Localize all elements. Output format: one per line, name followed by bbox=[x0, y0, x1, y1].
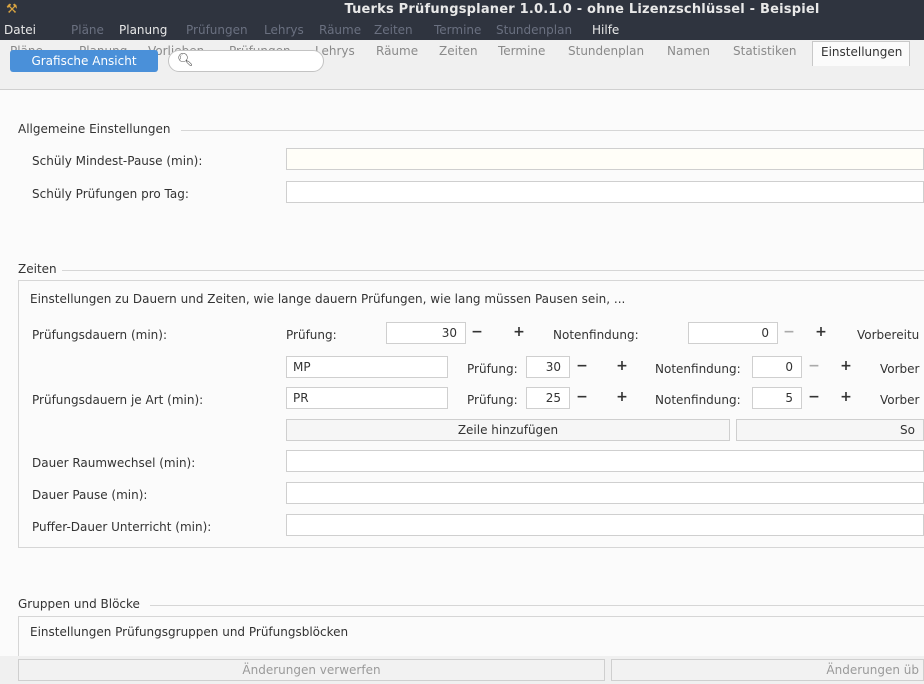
min-pause-field[interactable] bbox=[286, 148, 924, 170]
exam-field-mp[interactable]: 30 bbox=[526, 356, 570, 378]
footer-bar: Änderungen verwerfen Änderungen üb bbox=[0, 656, 924, 684]
plus-icon[interactable]: + bbox=[612, 356, 632, 378]
tab-statistiken[interactable]: Statistiken bbox=[733, 44, 797, 66]
exam-duration-field[interactable]: 30 bbox=[386, 322, 466, 344]
general-group bbox=[18, 130, 924, 219]
groups-description: Einstellungen Prüfungsgruppen und Prüfun… bbox=[30, 625, 349, 639]
groups-divider bbox=[150, 605, 924, 606]
prep-label-pr: Vorber bbox=[880, 393, 920, 407]
plus-icon[interactable]: + bbox=[612, 387, 632, 409]
durations-label: Prüfungsdauern (min): bbox=[32, 328, 168, 342]
discard-changes-button[interactable]: Änderungen verwerfen bbox=[18, 659, 605, 681]
prep-label-mp: Vorber bbox=[880, 362, 920, 376]
times-description: Einstellungen zu Dauern und Zeiten, wie … bbox=[30, 292, 626, 306]
menu-datei[interactable]: Datei bbox=[4, 23, 36, 37]
tab-stundenplan[interactable]: Stundenplan bbox=[568, 44, 644, 66]
minus-icon[interactable]: − bbox=[572, 356, 592, 378]
menu-termine[interactable]: Termine bbox=[434, 23, 481, 37]
tab-termine[interactable]: Termine bbox=[498, 44, 545, 66]
exam-label: Prüfung: bbox=[286, 328, 337, 342]
grading-field-pr[interactable]: 5 bbox=[752, 387, 802, 409]
general-title: Allgemeine Einstellungen bbox=[18, 122, 175, 136]
exam-field-pr[interactable]: 25 bbox=[526, 387, 570, 409]
minus-icon[interactable]: − bbox=[467, 322, 487, 344]
groups-title: Gruppen und Blöcke bbox=[18, 597, 144, 611]
times-title: Zeiten bbox=[18, 262, 61, 276]
search-input[interactable]: 🔍︎ bbox=[168, 50, 324, 72]
grading-field-mp[interactable]: 0 bbox=[752, 356, 802, 378]
minus-icon[interactable]: − bbox=[804, 387, 824, 409]
menu-bar: Datei Pläne Planung Prüfungen Lehrys Räu… bbox=[0, 20, 924, 40]
buffer-label: Puffer-Dauer Unterricht (min): bbox=[32, 520, 212, 534]
pause-field[interactable] bbox=[286, 482, 924, 504]
window-title: Tuerks Prüfungsplaner 1.0.1.0 - ohne Liz… bbox=[344, 2, 820, 17]
room-change-field[interactable] bbox=[286, 450, 924, 472]
apply-changes-button[interactable]: Änderungen üb bbox=[611, 659, 924, 681]
type-field-mp[interactable]: MP bbox=[286, 356, 448, 378]
room-change-label: Dauer Raumwechsel (min): bbox=[32, 456, 196, 470]
search-icon: 🔍︎ bbox=[177, 53, 194, 68]
min-pause-label: Schüly Mindest-Pause (min): bbox=[32, 154, 203, 168]
by-type-label: Prüfungsdauern je Art (min): bbox=[32, 393, 204, 407]
tab-raeume[interactable]: Räume bbox=[376, 44, 418, 66]
tab-einstellungen[interactable]: Einstellungen bbox=[812, 41, 911, 66]
type-field-pr[interactable]: PR bbox=[286, 387, 448, 409]
plus-icon[interactable]: + bbox=[509, 322, 529, 344]
grading-label: Notenfindung: bbox=[553, 328, 639, 342]
grading-label-mp: Notenfindung: bbox=[655, 362, 741, 376]
minus-icon[interactable]: − bbox=[804, 356, 824, 378]
minus-icon[interactable]: − bbox=[779, 322, 799, 344]
grading-label-pr: Notenfindung: bbox=[655, 393, 741, 407]
prep-label: Vorbereitu bbox=[857, 328, 920, 342]
menu-planung[interactable]: Planung bbox=[119, 23, 167, 37]
tab-namen[interactable]: Namen bbox=[667, 44, 710, 66]
exams-per-day-field[interactable] bbox=[286, 181, 924, 203]
times-group bbox=[18, 280, 924, 548]
times-divider bbox=[62, 270, 924, 271]
menu-raeume[interactable]: Räume bbox=[319, 23, 361, 37]
exam-label-mp: Prüfung: bbox=[467, 362, 518, 376]
exam-label-pr: Prüfung: bbox=[467, 393, 518, 407]
menu-hilfe[interactable]: Hilfe bbox=[592, 23, 619, 37]
plus-icon[interactable]: + bbox=[811, 322, 831, 344]
title-bar: ⚒ Tuerks Prüfungsplaner 1.0.1.0 - ohne L… bbox=[0, 0, 924, 20]
sort-button[interactable]: So bbox=[736, 419, 924, 441]
general-divider bbox=[181, 130, 924, 131]
buffer-field[interactable] bbox=[286, 514, 924, 536]
settings-panel: Allgemeine Einstellungen Schüly Mindest-… bbox=[0, 89, 924, 661]
pause-label: Dauer Pause (min): bbox=[32, 488, 148, 502]
grading-duration-field[interactable]: 0 bbox=[688, 322, 778, 344]
add-row-button[interactable]: Zeile hinzufügen bbox=[286, 419, 730, 441]
minus-icon[interactable]: − bbox=[572, 387, 592, 409]
tab-zeiten[interactable]: Zeiten bbox=[439, 44, 478, 66]
menu-zeiten[interactable]: Zeiten bbox=[374, 23, 413, 37]
menu-stundenplan[interactable]: Stundenplan bbox=[496, 23, 572, 37]
plus-icon[interactable]: + bbox=[836, 356, 856, 378]
menu-pruefungen[interactable]: Prüfungen bbox=[186, 23, 248, 37]
exams-per-day-label: Schüly Prüfungen pro Tag: bbox=[32, 187, 189, 201]
plus-icon[interactable]: + bbox=[836, 387, 856, 409]
menu-lehrys[interactable]: Lehrys bbox=[264, 23, 304, 37]
menu-plaene[interactable]: Pläne bbox=[71, 23, 104, 37]
graphic-view-button[interactable]: Grafische Ansicht bbox=[10, 50, 158, 72]
